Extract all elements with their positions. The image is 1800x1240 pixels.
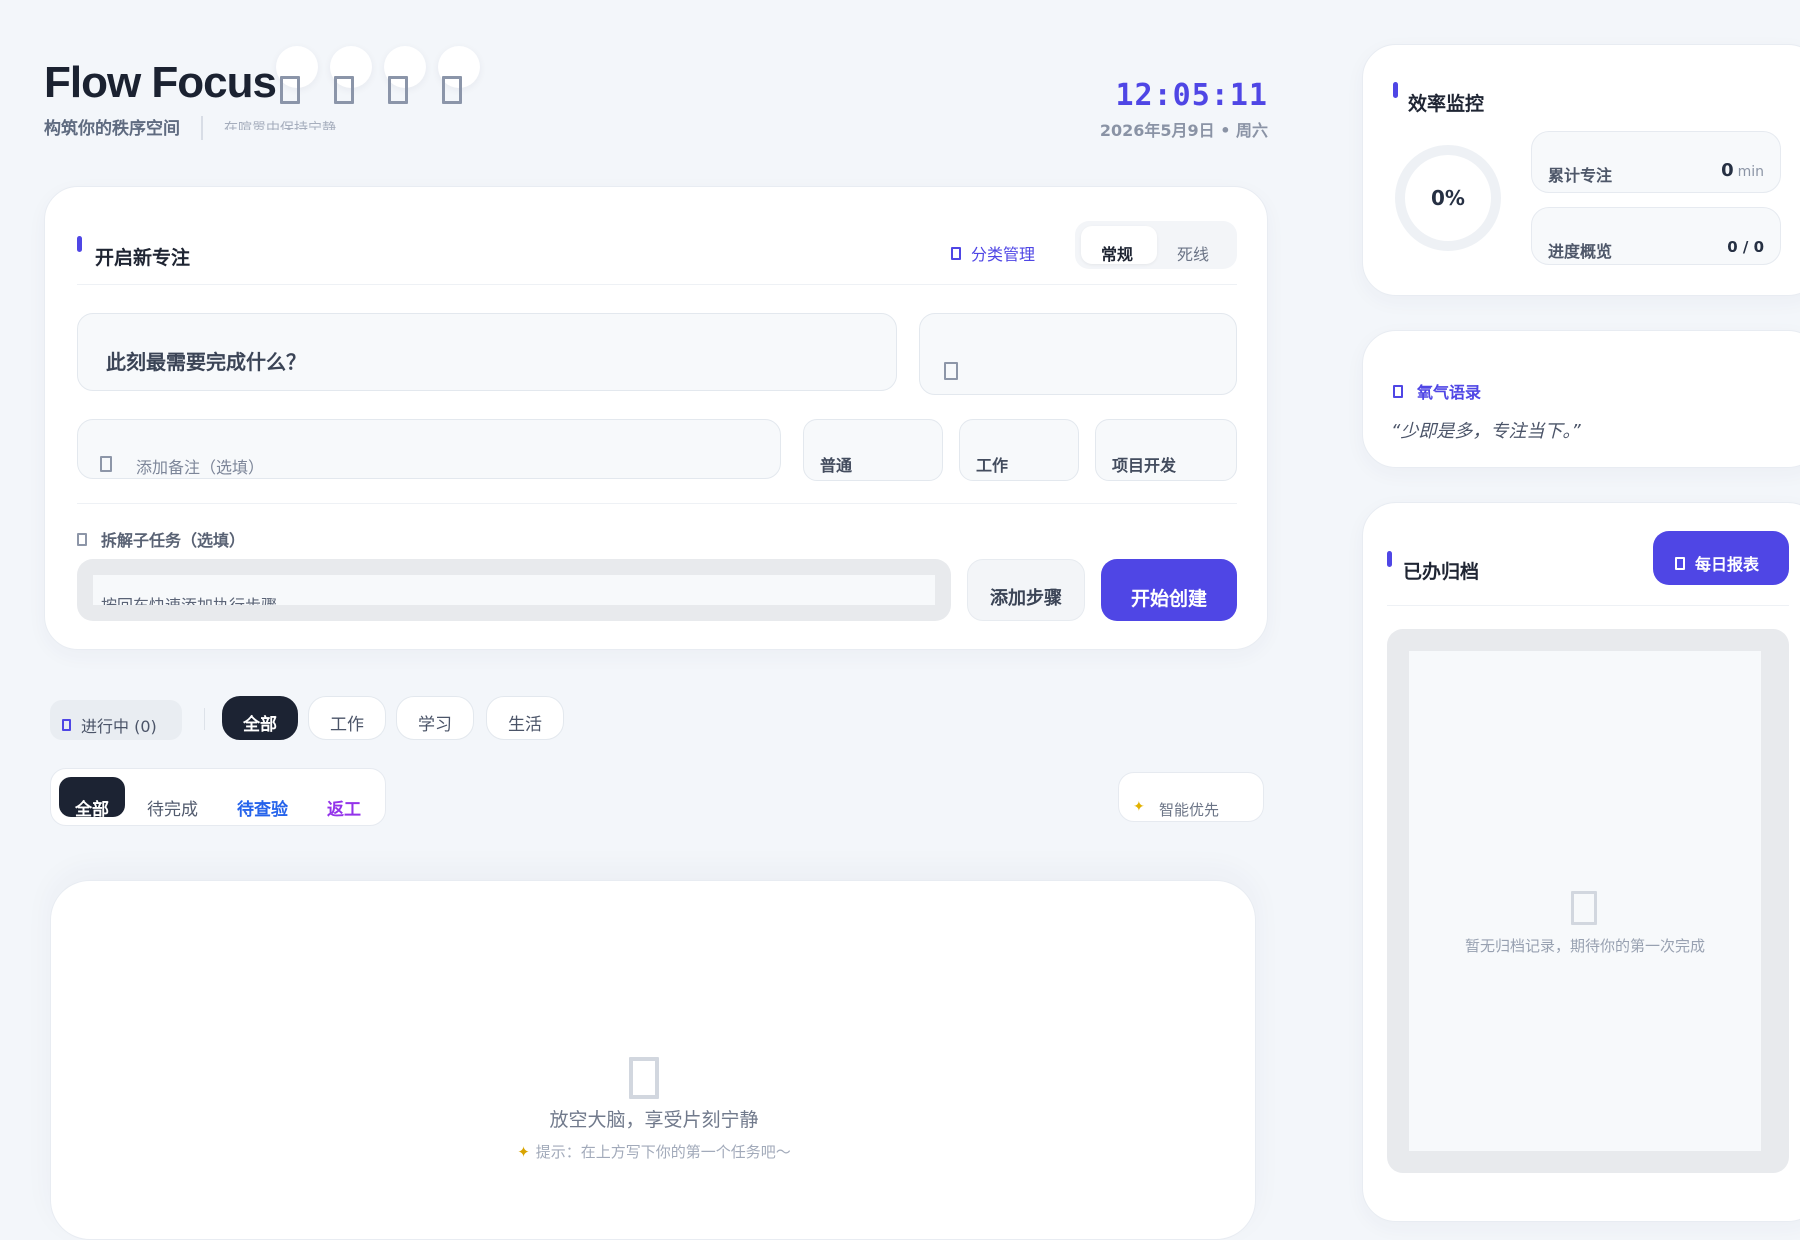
- new-focus-heading: 开启新专注: [95, 247, 191, 269]
- quote-heading-row: 氧气语录: [1393, 379, 1481, 403]
- total-focus-value-wrap: 0 min: [1721, 160, 1764, 181]
- decor-icon: [334, 76, 354, 104]
- category-manage-label: 分类管理: [971, 245, 1036, 264]
- archive-empty-text: 暂无归档记录，期待你的第一次完成: [1464, 937, 1705, 955]
- subtask-icon: [77, 532, 87, 546]
- priority-chip-label: 普通: [820, 456, 853, 475]
- new-focus-card: 开启新专注 分类管理 常规 死线 此刻最需要完成什么？ 添加备注（选填） 普通 …: [44, 186, 1268, 650]
- quote-heading: 氧气语录: [1417, 383, 1482, 402]
- inbox-icon: [629, 1057, 659, 1099]
- category-filter-study[interactable]: 学习: [396, 696, 474, 740]
- archive-empty-icon: [1571, 891, 1597, 925]
- archive-list[interactable]: 暂无归档记录，期待你的第一次完成: [1409, 651, 1761, 1151]
- due-date-input[interactable]: [919, 313, 1237, 395]
- archive-list-frame: 暂无归档记录，期待你的第一次完成: [1387, 629, 1789, 1173]
- project-chip[interactable]: 项目开发: [1095, 419, 1237, 481]
- empty-title: 放空大脑，享受片刻宁静: [549, 1109, 759, 1131]
- status-icon: [62, 719, 71, 731]
- subtask-input-placeholder: 按回车快速添加执行步骤: [101, 592, 277, 605]
- subtitle-divider: [201, 116, 203, 140]
- daily-report-button[interactable]: 每日报表: [1653, 531, 1789, 585]
- total-focus-label: 累计专注: [1548, 166, 1613, 185]
- subtask-input[interactable]: 按回车快速添加执行步骤: [93, 575, 935, 605]
- calendar-icon: [944, 362, 958, 380]
- subtasks-label: 拆解子任务（选填）: [101, 531, 246, 550]
- in-progress-badge[interactable]: 进行中 (0): [50, 700, 182, 740]
- subtitle-rotating: 在喧嚣中保持宁静: [224, 121, 336, 130]
- divider: [77, 284, 1237, 285]
- accent-bar: [77, 236, 82, 252]
- task-list-panel: 放空大脑，享受片刻宁静 ✦ 提示：在上方写下你的第一个任务吧～: [50, 880, 1256, 1240]
- divider: [1387, 605, 1789, 606]
- total-focus-value: 0: [1721, 160, 1734, 181]
- accent-bar: [1387, 551, 1392, 567]
- status-tab-rework[interactable]: 返工: [327, 795, 361, 820]
- status-tab-all[interactable]: 全部: [75, 795, 109, 820]
- priority-chip-normal[interactable]: 普通: [803, 419, 943, 481]
- note-input-placeholder: 添加备注（选填）: [136, 458, 265, 477]
- project-chip-label: 项目开发: [1112, 456, 1177, 475]
- folder-icon: [951, 246, 961, 260]
- mode-tab-deadline[interactable]: 死线: [1177, 241, 1209, 265]
- add-step-button[interactable]: 添加步骤: [967, 559, 1085, 621]
- quote-text: “少即是多，专注当下。”: [1391, 421, 1581, 442]
- mode-tab-normal-label: 常规: [1101, 245, 1134, 264]
- status-tab-bar: 全部 待完成 待查验 返工: [50, 768, 386, 826]
- accent-bar: [1393, 82, 1398, 98]
- subtask-input-wrap: 按回车快速添加执行步骤: [77, 559, 951, 621]
- smart-priority-button[interactable]: ✦ 智能优先: [1118, 772, 1264, 822]
- category-chip-label: 工作: [976, 456, 1009, 475]
- progress-value: 0 / 0: [1727, 238, 1764, 256]
- total-focus-unit: min: [1737, 164, 1764, 180]
- mode-segment: 常规 死线: [1075, 221, 1237, 269]
- progress-overview-stat: 进度概览 0 / 0: [1531, 207, 1781, 265]
- empty-hint: 提示：在上方写下你的第一个任务吧～: [535, 1143, 791, 1161]
- status-tab-review[interactable]: 待查验: [237, 795, 288, 820]
- date: 2026年5月9日 • 周六: [1099, 121, 1268, 140]
- efficiency-card: 效率监控 0% 累计专注 0 min 进度概览 0 / 0: [1362, 44, 1800, 296]
- category-manage-link[interactable]: 分类管理: [951, 241, 1035, 265]
- sparkle-icon: ✦: [1133, 799, 1145, 815]
- category-filter-work[interactable]: 工作: [308, 696, 386, 740]
- empty-hint-row: ✦ 提示：在上方写下你的第一个任务吧～: [51, 1141, 1257, 1162]
- progress-label: 进度概览: [1548, 242, 1613, 261]
- sparkle-icon: ✦: [517, 1142, 530, 1161]
- decor-icon: [442, 76, 462, 104]
- note-input[interactable]: 添加备注（选填）: [77, 419, 781, 479]
- report-icon: [1675, 556, 1685, 570]
- archive-heading: 已办归档: [1403, 561, 1480, 583]
- task-input-placeholder: 此刻最需要完成什么？: [106, 350, 306, 374]
- app-title: Flow Focus: [44, 58, 277, 107]
- divider: [77, 503, 1237, 504]
- status-tab-todo[interactable]: 待完成: [147, 795, 198, 820]
- clock: 12:05:11: [1115, 78, 1268, 113]
- in-progress-label: 进行中 (0): [81, 717, 157, 736]
- archive-card: 已办归档 每日报表 暂无归档记录，期待你的第一次完成: [1362, 502, 1800, 1222]
- note-icon: [100, 456, 112, 472]
- task-input[interactable]: 此刻最需要完成什么？: [77, 313, 897, 391]
- decor-icon: [280, 76, 300, 104]
- efficiency-heading: 效率监控: [1408, 93, 1485, 115]
- total-focus-stat: 累计专注 0 min: [1531, 131, 1781, 193]
- subtasks-label-row: 拆解子任务（选填）: [77, 527, 245, 551]
- category-chip-work[interactable]: 工作: [959, 419, 1079, 481]
- quote-card: 氧气语录 “少即是多，专注当下。”: [1362, 330, 1800, 468]
- decor-icon: [388, 76, 408, 104]
- category-filter-life[interactable]: 生活: [486, 696, 564, 740]
- create-task-button[interactable]: 开始创建: [1101, 559, 1237, 621]
- category-filter-all[interactable]: 全部: [222, 696, 298, 740]
- quote-icon: [1393, 384, 1403, 398]
- filter-divider: [204, 708, 205, 730]
- daily-report-label: 每日报表: [1695, 555, 1760, 574]
- subtitle: 构筑你的秩序空间: [44, 119, 180, 139]
- smart-priority-label: 智能优先: [1159, 801, 1220, 819]
- focus-progress-ring: 0%: [1395, 145, 1501, 251]
